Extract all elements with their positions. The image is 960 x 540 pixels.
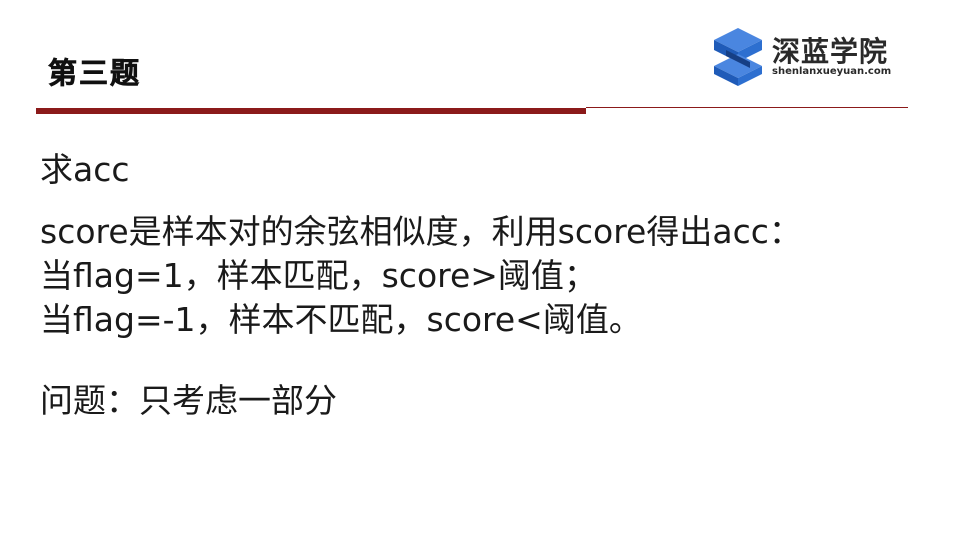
body-line: 当flag=1，样本匹配，score>阈值； [40,256,597,295]
logo-mark-icon [714,28,762,86]
slide-body: 求acc score是样本对的余弦相似度，利用score得出acc： 当flag… [40,148,920,423]
brand-logo: 深蓝学院 shenlanxueyuan.com [710,26,910,90]
header-divider-thin [586,107,908,108]
body-line: score是样本对的余弦相似度，利用score得出acc： [40,212,802,251]
logo-name: 深蓝学院 [772,35,889,68]
body-heading: 求acc [40,150,130,189]
header-divider-thick [36,108,586,114]
slide: 第三题 深蓝学院 shenlanxueyuan.com 求acc score是样… [0,0,960,540]
logo-url: shenlanxueyuan.com [772,66,892,77]
body-question: 问题：只考虑一部分 [40,381,337,420]
body-line: 当flag=-1，样本不匹配，score<阈值。 [40,300,642,339]
slide-title: 第三题 [48,56,142,91]
